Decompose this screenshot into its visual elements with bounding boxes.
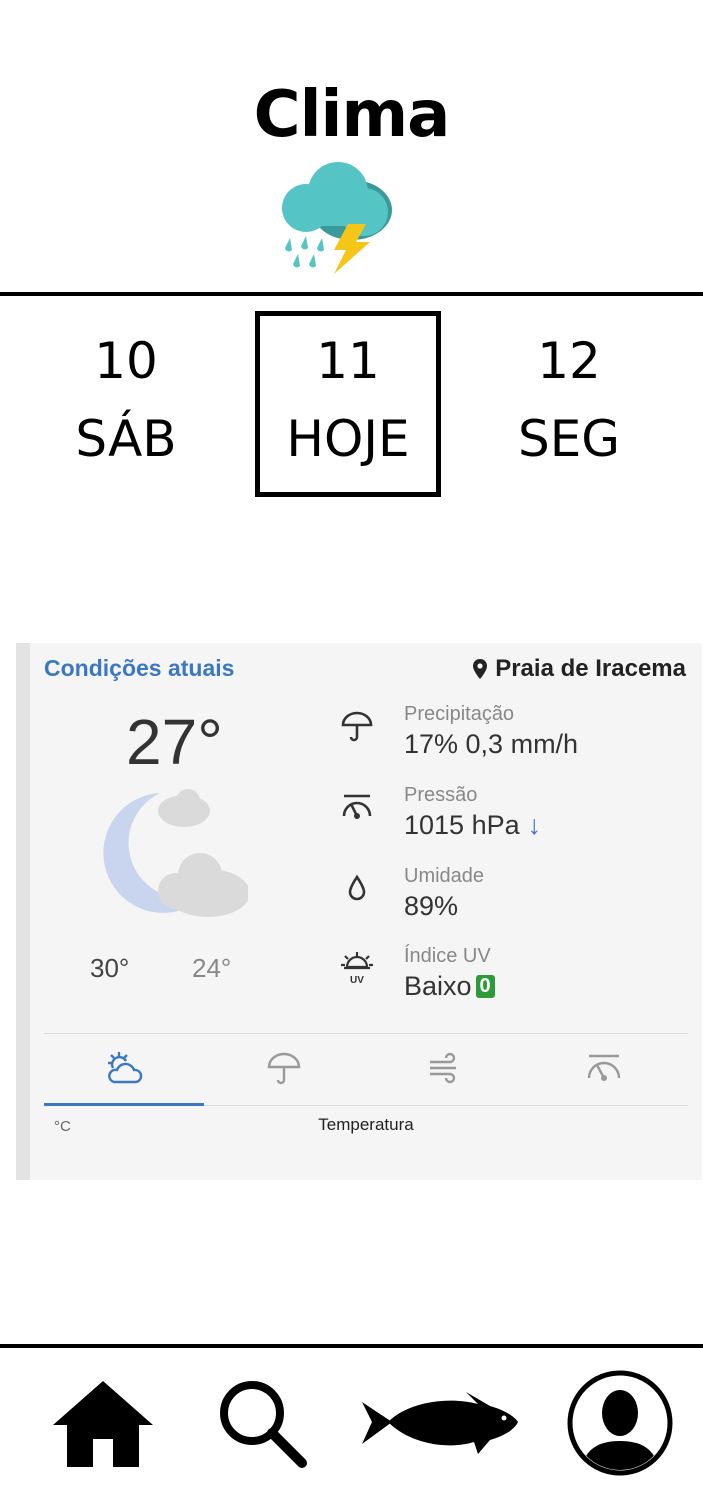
chart-title: Temperatura <box>318 1115 414 1134</box>
svg-text:UV: UV <box>350 975 364 985</box>
metric-value: 89% <box>404 891 459 921</box>
weather-card: Condições atuais Praia de Iracema 27° 30… <box>16 643 702 1180</box>
metric-pressure: Pressão 1015 hPa ↓ <box>340 784 700 854</box>
uv-sun-icon: UV <box>341 952 373 985</box>
search-icon <box>220 1380 307 1468</box>
arrow-down-icon: ↓ <box>527 810 542 840</box>
current-conditions-title: Condições atuais <box>44 655 235 681</box>
tab-temperature[interactable] <box>44 1048 204 1106</box>
profile-avatar-icon <box>567 1370 673 1475</box>
day-label: HOJE <box>286 410 410 468</box>
location-pin-icon <box>473 659 488 679</box>
uv-badge: 0 <box>475 975 495 998</box>
metric-label: Índice UV <box>404 945 491 967</box>
thunderstorm-rain-icon <box>282 162 392 274</box>
tab-pressure[interactable] <box>524 1048 684 1106</box>
metric-label: Pressão <box>404 784 478 806</box>
day-label: SEG <box>517 410 621 468</box>
day-sat[interactable]: 10 SÁB <box>33 322 219 478</box>
location[interactable]: Praia de Iracema <box>473 655 686 683</box>
home-icon <box>53 1380 153 1467</box>
max-temperature: 30° <box>90 953 130 983</box>
uv-value: Baixo <box>404 971 472 1001</box>
metric-humidity: Umidade 89% <box>340 865 700 935</box>
metric-label: Precipitação <box>404 703 515 725</box>
min-temperature: 24° <box>192 953 232 983</box>
day-number: 12 <box>537 332 601 390</box>
wind-icon <box>430 1052 456 1084</box>
metric-value: Baixo 0 <box>404 971 495 1002</box>
droplet-icon <box>348 874 366 901</box>
metric-precipitation: Precipitação 17% 0,3 mm/h <box>340 703 700 773</box>
phone-screen: Clima 10 SÁB 11 HOJE 12 SEG Condições at… <box>0 0 703 1496</box>
fish-icon <box>362 1391 518 1454</box>
pressure-value: 1015 hPa <box>404 810 520 840</box>
pressure-gauge-icon <box>342 794 372 819</box>
day-mon[interactable]: 12 SEG <box>476 322 662 478</box>
location-name: Praia de Iracema <box>495 655 686 682</box>
tab-wind[interactable] <box>364 1048 524 1106</box>
tabs-baseline <box>204 1105 688 1106</box>
current-temperature: 27° <box>126 706 223 778</box>
umbrella-icon <box>267 1052 301 1085</box>
day-today[interactable]: 11 HOJE <box>255 311 441 497</box>
moon-cloud-icon <box>103 789 248 917</box>
card-divider <box>44 1033 688 1034</box>
nav-fish[interactable] <box>354 1370 524 1475</box>
pressure-gauge-icon <box>587 1054 621 1081</box>
nav-search[interactable] <box>207 1370 317 1475</box>
day-number: 10 <box>94 332 158 390</box>
bottom-nav-divider <box>0 1344 703 1348</box>
sun-cloud-icon <box>108 1052 143 1084</box>
nav-home[interactable] <box>48 1370 158 1475</box>
metric-uv-index: UV Índice UV Baixo 0 <box>340 945 700 1015</box>
metric-label: Umidade <box>404 865 485 887</box>
day-number: 11 <box>316 332 380 390</box>
page-title: Clima <box>253 78 451 152</box>
day-label: SÁB <box>75 410 177 468</box>
nav-profile[interactable] <box>565 1370 675 1475</box>
metric-value: 1015 hPa ↓ <box>404 810 541 841</box>
header-divider <box>0 292 703 296</box>
umbrella-icon <box>341 711 373 742</box>
metric-value: 17% 0,3 mm/h <box>404 729 579 759</box>
tab-precipitation[interactable] <box>204 1048 364 1106</box>
